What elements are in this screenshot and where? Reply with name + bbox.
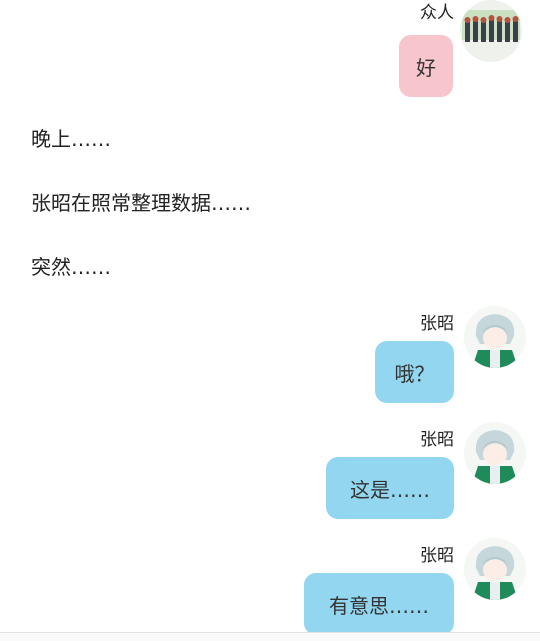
- group-avatar[interactable]: [460, 0, 522, 62]
- narration-line: 晚上……: [31, 127, 111, 151]
- anime-character-icon: [464, 306, 526, 368]
- message-bubble[interactable]: 有意思……: [304, 573, 454, 635]
- input-bar[interactable]: [0, 632, 540, 641]
- sender-name: 张昭: [420, 314, 454, 334]
- sender-name: 张昭: [420, 546, 454, 566]
- narration-line: 张昭在照常整理数据……: [31, 191, 251, 215]
- narration-line: 突然……: [31, 255, 111, 279]
- sender-name: 张昭: [420, 430, 454, 450]
- character-avatar[interactable]: [464, 306, 526, 368]
- group-avatar-icon: [460, 0, 522, 62]
- message-bubble[interactable]: 这是……: [326, 457, 454, 519]
- character-avatar[interactable]: [464, 538, 526, 600]
- chat-screen: 众人 好 晚上…… 张昭在照常整理数据…… 突然…… 张昭 哦？ 张昭 这是………: [0, 0, 540, 641]
- message-bubble[interactable]: 哦？: [375, 341, 454, 403]
- message-bubble[interactable]: 好: [399, 35, 453, 97]
- character-avatar[interactable]: [464, 422, 526, 484]
- anime-character-icon: [464, 538, 526, 600]
- sender-name: 众人: [420, 3, 454, 23]
- anime-character-icon: [464, 422, 526, 484]
